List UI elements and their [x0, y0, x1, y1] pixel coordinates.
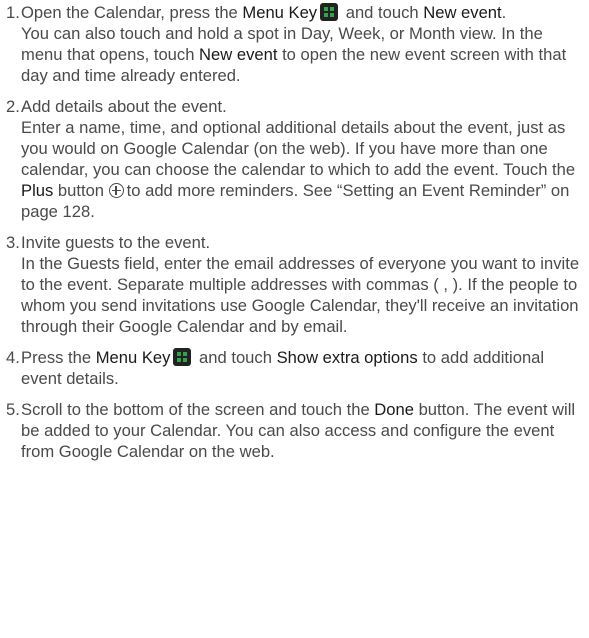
step-number: 1.: [6, 3, 20, 22]
step-detail: You can also touch and hold a spot in Da…: [21, 23, 585, 86]
step-text: Scroll to the bottom of the screen and t…: [21, 399, 585, 462]
instructions-page: 1. Open the Calendar, press the Menu Key…: [0, 0, 589, 638]
step-text-part: Press the: [21, 348, 96, 367]
done-label: Done: [374, 400, 414, 419]
menu-key-icon: [173, 348, 192, 366]
step-detail: Enter a name, time, and optional additio…: [21, 117, 585, 222]
new-event-label: New event: [199, 45, 278, 64]
step-2: 2. Add details about the event. Enter a …: [6, 96, 585, 222]
step-text: Press the Menu Key and touch Show extra …: [21, 347, 585, 389]
step-number: 4.: [6, 348, 20, 367]
step-detail: In the Guests field, enter the email add…: [21, 254, 580, 336]
step-number: 3.: [6, 233, 20, 252]
step-text: Open the Calendar, press the Menu Key an…: [21, 2, 585, 23]
menu-key-label: Menu Key: [242, 3, 318, 22]
step-title: Add details about the event.: [21, 97, 227, 116]
step-text-part: Scroll to the bottom of the screen and t…: [21, 400, 375, 419]
step-5: 5. Scroll to the bottom of the screen an…: [6, 399, 585, 462]
step-text-part: .: [501, 3, 507, 22]
step-1: 1. Open the Calendar, press the Menu Key…: [6, 2, 585, 86]
step-title: Invite guests to the event.: [21, 233, 211, 252]
step-text-part: Open the Calendar, press the: [21, 3, 243, 22]
step-text-part: and touch: [194, 348, 277, 367]
step-3: 3. Invite guests to the event. In the Gu…: [6, 232, 585, 337]
step-detail-part: button: [53, 181, 109, 200]
new-event-label: New event: [423, 3, 502, 22]
show-extra-options-label: Show extra options: [276, 348, 418, 367]
step-number: 5.: [6, 400, 20, 419]
step-detail-part: Enter a name, time, and optional additio…: [21, 118, 576, 179]
step-number: 2.: [6, 97, 20, 116]
plus-circle-icon: [108, 183, 124, 198]
menu-key-label: Menu Key: [95, 348, 171, 367]
plus-label: Plus: [21, 181, 54, 200]
step-4: 4. Press the Menu Key and touch Show ext…: [6, 347, 585, 389]
step-text-part: and touch: [341, 3, 424, 22]
menu-key-icon: [320, 3, 339, 21]
